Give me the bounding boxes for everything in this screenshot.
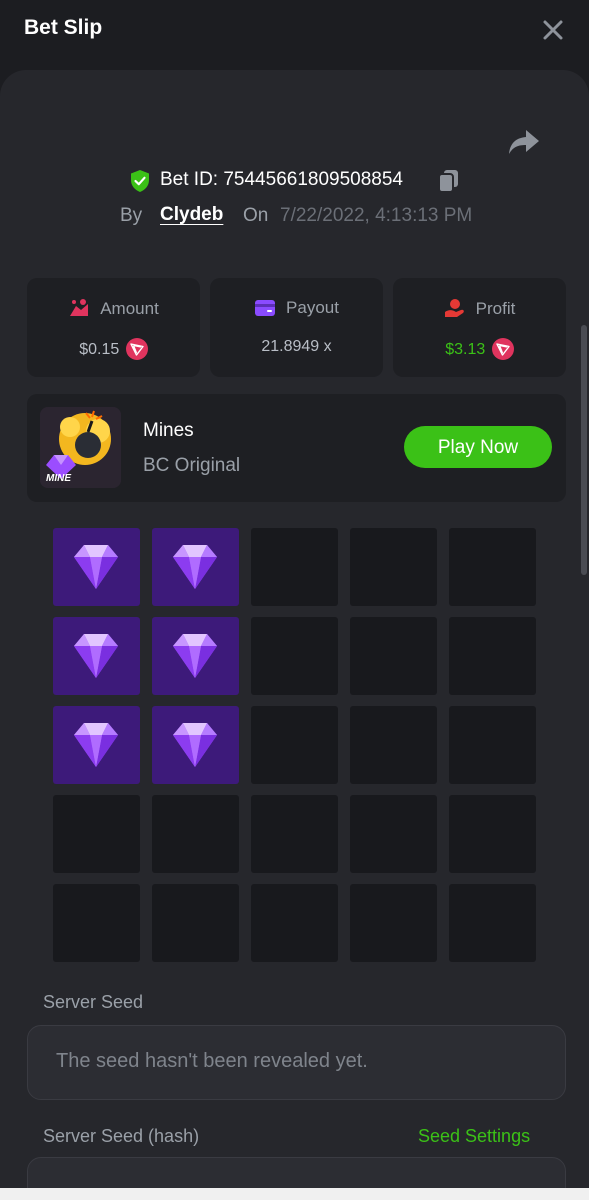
board-cell-gem <box>152 706 239 784</box>
board-cell <box>152 795 239 873</box>
profit-hand-icon <box>444 299 464 317</box>
amount-value: $0.15 <box>79 341 120 358</box>
board-cell <box>350 884 437 962</box>
board-cell <box>449 884 536 962</box>
tron-coin-icon <box>125 338 148 360</box>
amount-value-row: $0.15 <box>27 338 200 360</box>
copy-icon[interactable] <box>438 169 460 193</box>
board-cell <box>251 706 338 784</box>
page-title: Bet Slip <box>24 16 103 39</box>
seed-settings-link[interactable]: Seed Settings <box>418 1126 530 1147</box>
board-cell-gem <box>53 706 140 784</box>
board-cell <box>53 795 140 873</box>
by-label: By <box>120 205 143 226</box>
board-cell <box>449 528 536 606</box>
board-cell <box>350 617 437 695</box>
game-name: Mines <box>143 420 194 441</box>
bet-id: Bet ID: 75445661809508854 <box>160 169 403 190</box>
profit-value-row: $3.13 <box>393 338 566 360</box>
payout-label: Payout <box>210 298 383 318</box>
shield-check-icon <box>131 170 149 192</box>
bet-id-row: Bet ID: 75445661809508854 <box>0 168 589 194</box>
amount-icon <box>70 299 89 316</box>
bet-author-row: By Clydeb On 7/22/2022, 4:13:13 PM <box>0 204 589 230</box>
amount-card: Amount $0.15 <box>27 278 200 377</box>
board-cell-gem <box>53 617 140 695</box>
board-cell <box>251 617 338 695</box>
gem-icon <box>74 545 118 589</box>
bet-date: 7/22/2022, 4:13:13 PM <box>280 205 473 226</box>
board-cell <box>350 528 437 606</box>
profit-value: $3.13 <box>445 341 486 358</box>
profit-card: Profit $3.13 <box>393 278 566 377</box>
gem-icon <box>173 545 217 589</box>
mines-game-thumbnail[interactable]: MINE <box>40 407 121 488</box>
close-icon[interactable] <box>539 16 567 44</box>
server-seed-value: The seed hasn't been revealed yet. <box>56 1050 368 1072</box>
payout-value: 21.8949 x <box>261 338 332 355</box>
game-subtitle: BC Original <box>143 455 241 476</box>
game-card: MINE Mines BC Original Play Now <box>27 394 566 502</box>
on-label: On <box>243 205 269 226</box>
amount-label: Amount <box>27 298 200 319</box>
board-cell <box>251 795 338 873</box>
board-cell <box>251 884 338 962</box>
server-seed-label: Server Seed <box>43 992 144 1012</box>
header: Bet Slip <box>0 0 589 70</box>
board-cell-gem <box>53 528 140 606</box>
scrollbar[interactable] <box>581 325 587 575</box>
gem-icon <box>74 723 118 767</box>
play-now-button[interactable]: Play Now <box>404 426 552 468</box>
gem-icon <box>173 723 217 767</box>
gem-icon <box>74 634 118 678</box>
board-cell <box>350 795 437 873</box>
thumbnail-caption: MINE <box>46 473 71 484</box>
mines-board <box>53 528 536 963</box>
bet-slip-panel: Bet ID: 75445661809508854 By Clydeb On 7… <box>0 70 589 1200</box>
card-icon <box>255 300 276 316</box>
tron-coin-icon <box>491 338 514 360</box>
share-icon[interactable] <box>508 128 540 156</box>
board-cell-gem <box>152 528 239 606</box>
board-cell <box>53 884 140 962</box>
server-seed-hash-label: Server Seed (hash) <box>43 1126 200 1146</box>
board-cell-gem <box>152 617 239 695</box>
payout-card: Payout 21.8949 x <box>210 278 383 377</box>
profit-label: Profit <box>393 298 566 319</box>
username-link[interactable]: Clydeb <box>160 204 223 226</box>
bottom-bar <box>0 1188 589 1200</box>
board-cell <box>449 795 536 873</box>
board-cell <box>251 528 338 606</box>
gem-icon <box>173 634 217 678</box>
server-seed-field[interactable]: The seed hasn't been revealed yet. <box>27 1025 566 1100</box>
board-cell <box>449 617 536 695</box>
board-cell <box>350 706 437 784</box>
board-cell <box>152 884 239 962</box>
board-cell <box>449 706 536 784</box>
